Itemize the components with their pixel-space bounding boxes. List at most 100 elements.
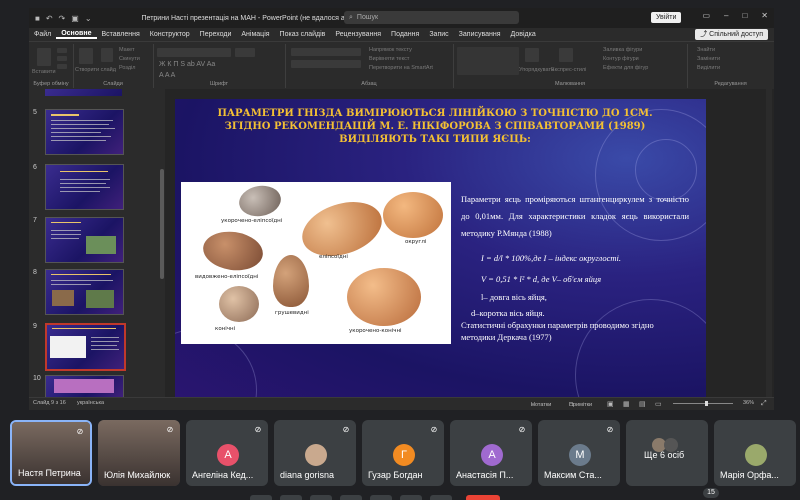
- align-buttons[interactable]: [291, 60, 361, 68]
- shape-fill-label[interactable]: Заливка фігури: [603, 47, 642, 53]
- font-style-buttons[interactable]: Ж К П S ab AV Aa: [159, 61, 215, 68]
- ribbon-group-editing: Знайти Замінити Виділити Редагування: [687, 44, 774, 88]
- tab-3[interactable]: Конструктор: [145, 31, 195, 38]
- font-family-select[interactable]: [157, 48, 231, 57]
- tab-0[interactable]: Файл: [29, 31, 56, 38]
- present-icon[interactable]: ▣: [71, 14, 79, 23]
- camera-button[interactable]: [280, 495, 302, 500]
- mic-muted-icon: ⊘: [606, 425, 614, 434]
- present-button[interactable]: [370, 495, 392, 500]
- font-size-select[interactable]: [235, 48, 255, 57]
- chevron-down-icon[interactable]: ⌄: [85, 14, 92, 23]
- smartart-label[interactable]: Перетворити на SmartArt: [369, 65, 433, 71]
- participant-tile[interactable]: ⊘ Настя Петрина: [10, 420, 92, 486]
- egg-label: грушевидні: [275, 310, 309, 316]
- search-box[interactable]: ⌕ Пошук: [344, 11, 519, 24]
- normal-view-icon[interactable]: ▣: [607, 400, 614, 408]
- fit-slide-icon[interactable]: ⤢: [761, 400, 767, 408]
- quick-styles-icon[interactable]: [559, 48, 573, 62]
- emoji-button[interactable]: [340, 495, 362, 500]
- reading-view-icon[interactable]: ▤: [639, 400, 646, 408]
- avatar: Г: [393, 444, 415, 466]
- current-slide[interactable]: ПАРАМЕТРИ ГНІЗДА ВИМІРЮЮТЬСЯ ЛІНІЙКОЮ З …: [175, 99, 706, 397]
- arrange-icon[interactable]: [525, 48, 539, 62]
- participant-tile[interactable]: А ⊘ Анастасія П...: [450, 420, 532, 486]
- tab-9[interactable]: Запис: [424, 31, 453, 38]
- participant-tile[interactable]: А ⊘ Ангеліна Кед...: [186, 420, 268, 486]
- long-axis-def: l– довга вісь яйця,: [481, 292, 547, 302]
- copy-icon[interactable]: [57, 56, 67, 61]
- close-icon[interactable]: ✕: [761, 11, 768, 20]
- eggs-image: укорочено-еліпсоїдні еліпсоїдні округлі …: [181, 182, 451, 344]
- participant-tile[interactable]: М ⊘ Максим Ста...: [538, 420, 620, 486]
- thumbnail-slide-8[interactable]: [45, 269, 124, 315]
- slideshow-view-icon[interactable]: ▭: [655, 400, 662, 408]
- layout-label[interactable]: Макет: [119, 47, 135, 53]
- participant-name: Ангеліна Кед...: [192, 470, 254, 480]
- reuse-slides-icon[interactable]: [101, 48, 113, 62]
- egg-label: еліпсоїдні: [319, 254, 348, 260]
- maximize-icon[interactable]: □: [742, 11, 747, 20]
- ribbon-group-font: Ж К П S ab AV Aa A A A Шрифт: [153, 44, 286, 88]
- scrollbar-thumb[interactable]: [160, 169, 164, 279]
- zoom-slider[interactable]: [673, 403, 733, 404]
- paste-icon[interactable]: [37, 48, 51, 66]
- signin-button[interactable]: Увійти: [651, 12, 682, 23]
- avatar: [305, 444, 327, 466]
- list-buttons[interactable]: [291, 48, 361, 56]
- participant-tile[interactable]: Г ⊘ Гузар Богдан: [362, 420, 444, 486]
- thumbnail-slide-6[interactable]: [45, 164, 124, 210]
- language-indicator[interactable]: українська: [77, 400, 104, 406]
- replace-label[interactable]: Замінити: [697, 56, 720, 62]
- captions-button[interactable]: [310, 495, 332, 500]
- zoom-slider-handle[interactable]: [705, 401, 708, 406]
- participant-tile[interactable]: Ще 6 осіб: [626, 420, 708, 486]
- reset-label[interactable]: Скинути: [119, 56, 140, 62]
- mic-button[interactable]: [250, 495, 272, 500]
- cut-icon[interactable]: [57, 48, 67, 53]
- participant-tile[interactable]: ⊘ Юлія Михайлюк: [98, 420, 180, 486]
- tab-10[interactable]: Записування: [454, 31, 506, 38]
- format-painter-icon[interactable]: [57, 64, 67, 69]
- section-label[interactable]: Розділ: [119, 65, 135, 71]
- text-direction-label[interactable]: Напрямок тексту: [369, 47, 412, 53]
- tab-8[interactable]: Подання: [386, 31, 424, 38]
- tab-4[interactable]: Переходи: [195, 31, 237, 38]
- share-button[interactable]: ⤴ Спільний доступ: [695, 29, 768, 40]
- align-text-label[interactable]: Вирівняти текст: [369, 56, 409, 62]
- new-slide-icon[interactable]: [79, 48, 93, 64]
- zoom-level[interactable]: 36%: [743, 400, 754, 406]
- thumbnail-slide-10[interactable]: [45, 375, 124, 399]
- participant-tile[interactable]: ⊘ diana gorisna: [274, 420, 356, 486]
- participant-name: Настя Петрина: [18, 468, 81, 478]
- leave-call-button[interactable]: [466, 495, 500, 500]
- find-label[interactable]: Знайти: [697, 47, 715, 53]
- undo-icon[interactable]: ↶: [46, 14, 53, 23]
- participant-tile[interactable]: Марія Орфа...: [714, 420, 796, 486]
- minimize-icon[interactable]: –: [724, 11, 728, 20]
- raise-hand-button[interactable]: [400, 495, 422, 500]
- tab-1[interactable]: Основне: [56, 30, 97, 39]
- tab-2[interactable]: Вставлення: [97, 31, 145, 38]
- thumbnail-slide-9[interactable]: [45, 323, 126, 371]
- tab-5[interactable]: Анімація: [236, 31, 274, 38]
- thumbnail-slide-7[interactable]: [45, 217, 124, 263]
- group-label-paragraph: Абзац: [361, 81, 377, 87]
- more-options-button[interactable]: [430, 495, 452, 500]
- editor-scrollbar[interactable]: [766, 89, 772, 398]
- font-color-buttons[interactable]: A A A: [159, 72, 175, 79]
- tab-6[interactable]: Показ слайдів: [275, 31, 331, 38]
- shape-effects-label[interactable]: Ефекти для фігур: [603, 65, 648, 71]
- shapes-gallery[interactable]: [457, 47, 519, 75]
- participants-count-badge[interactable]: 15: [703, 488, 719, 498]
- tab-11[interactable]: Довідка: [506, 31, 541, 38]
- thumbnail-slide-5[interactable]: [45, 109, 124, 155]
- redo-icon[interactable]: ↷: [59, 14, 66, 23]
- ribbon-display-icon[interactable]: ▭: [702, 11, 710, 20]
- save-icon[interactable]: ■: [35, 14, 40, 23]
- select-label[interactable]: Виділити: [697, 65, 720, 71]
- thumbnail-partial[interactable]: [45, 89, 122, 96]
- tab-7[interactable]: Рецензування: [330, 31, 386, 38]
- sorter-view-icon[interactable]: ▦: [623, 400, 630, 408]
- shape-outline-label[interactable]: Контур фігури: [603, 56, 639, 62]
